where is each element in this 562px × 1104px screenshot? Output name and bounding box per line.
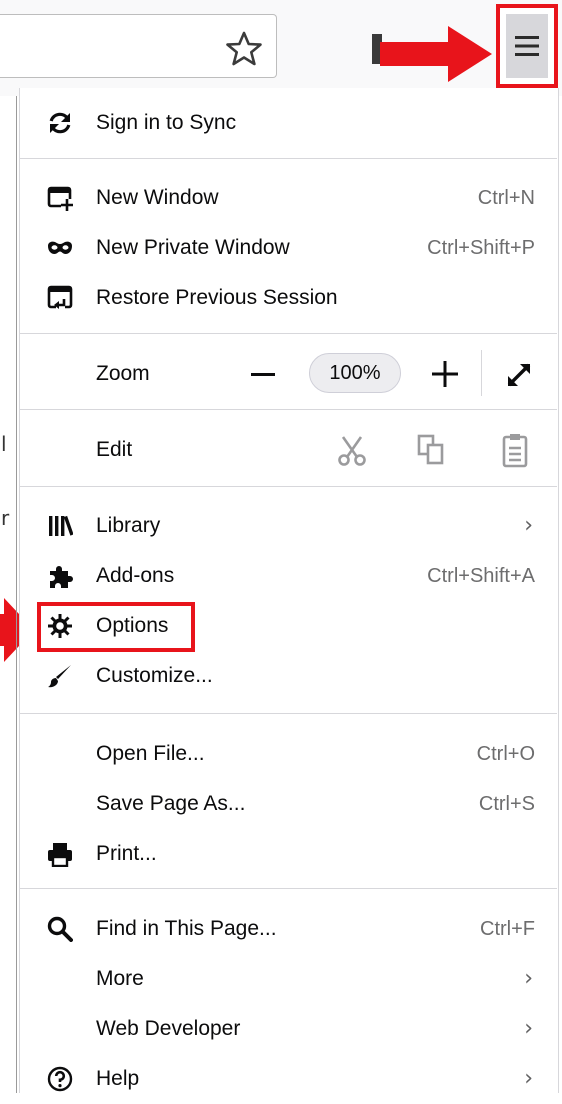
- shortcut-label: Ctrl+F: [480, 918, 535, 940]
- sync-icon: [49, 112, 71, 134]
- menu-item-label: Open File...: [96, 742, 205, 765]
- hamburger-menu-button[interactable]: [506, 14, 548, 78]
- shortcut-label: Ctrl+N: [477, 187, 535, 209]
- star-icon[interactable]: [224, 29, 264, 69]
- library-icon: [49, 515, 73, 536]
- menu-item-open-file[interactable]: Open File... Ctrl+O: [19, 729, 557, 779]
- shortcut-label: Ctrl+Shift+A: [427, 565, 535, 587]
- menu-separator: [19, 333, 557, 334]
- chevron-right-icon: ›: [524, 513, 533, 538]
- printer-icon: [48, 843, 72, 867]
- menu-item-label: Sign in to Sync: [96, 111, 237, 134]
- cut-icon[interactable]: [335, 433, 369, 467]
- menu-item-restore-session[interactable]: Restore Previous Session: [19, 273, 557, 323]
- menu-item-label: More: [96, 967, 144, 990]
- zoom-divider: [481, 350, 482, 396]
- page-edge-glyph: r: [1, 506, 10, 530]
- menu-item-web-developer[interactable]: Web Developer ›: [19, 1004, 557, 1054]
- menu-item-label: Add-ons: [96, 564, 175, 587]
- puzzle-icon: [50, 566, 73, 588]
- menu-item-edit: Edit: [19, 425, 557, 475]
- menu-item-label: New Window: [96, 186, 219, 209]
- menu-item-label: Find in This Page...: [96, 917, 277, 940]
- restore-session-icon: [47, 285, 73, 311]
- zoom-in-button[interactable]: [426, 355, 464, 393]
- menu-item-label: Edit: [96, 438, 133, 461]
- menu-item-more[interactable]: More ›: [19, 954, 557, 1004]
- menu-item-new-window[interactable]: New Window Ctrl+N: [19, 173, 557, 223]
- menu-item-find[interactable]: Find in This Page... Ctrl+F: [19, 904, 557, 954]
- page-edge-glyph: l: [1, 432, 7, 456]
- menu-item-label: Customize...: [96, 664, 213, 687]
- menu-item-label: Help: [96, 1067, 140, 1090]
- menu-item-label: Print...: [96, 842, 157, 865]
- menu-item-label: Save Page As...: [96, 792, 246, 815]
- help-icon: [47, 1066, 73, 1092]
- chevron-right-icon: ›: [524, 1016, 533, 1041]
- paste-icon[interactable]: [500, 431, 530, 469]
- zoom-out-button[interactable]: [246, 351, 280, 397]
- menu-separator: [19, 713, 557, 714]
- options-highlight-box: [37, 602, 195, 652]
- menu-item-save-page[interactable]: Save Page As... Ctrl+S: [19, 779, 557, 829]
- menu-item-new-private-window[interactable]: New Private Window Ctrl+Shift+P: [19, 223, 557, 273]
- shortcut-label: Ctrl+O: [476, 743, 535, 765]
- chevron-right-icon: ›: [524, 966, 533, 991]
- menu-separator: [19, 888, 557, 889]
- page-edge: [16, 96, 17, 1093]
- menu-separator: [19, 486, 557, 487]
- chevron-right-icon: ›: [524, 1066, 533, 1091]
- menu-item-label: Zoom: [96, 362, 150, 385]
- menu-item-label: Web Developer: [96, 1017, 241, 1040]
- menu-item-label: Restore Previous Session: [96, 286, 338, 309]
- zoom-reset-button[interactable]: 100%: [309, 353, 401, 393]
- menu-item-help[interactable]: Help ›: [19, 1054, 557, 1104]
- fullscreen-icon[interactable]: [500, 356, 538, 394]
- shortcut-label: Ctrl+S: [478, 793, 535, 815]
- menu-button-highlight[interactable]: [496, 4, 558, 88]
- menu-item-zoom: Zoom: [19, 349, 557, 399]
- menu-item-label: Library: [96, 514, 161, 537]
- search-icon: [47, 916, 73, 942]
- private-mask-icon: [48, 241, 72, 254]
- url-bar[interactable]: [0, 14, 277, 78]
- menu-item-print[interactable]: Print...: [19, 829, 557, 879]
- copy-icon[interactable]: [415, 433, 447, 467]
- annotation-arrow-right: [380, 26, 492, 82]
- hamburger-icon: [515, 36, 539, 56]
- shortcut-label: Ctrl+Shift+P: [427, 237, 535, 259]
- menu-separator: [19, 409, 557, 410]
- menu-item-customize[interactable]: Customize...: [19, 651, 557, 701]
- menu-item-sync[interactable]: Sign in to Sync: [19, 98, 557, 148]
- menu-item-addons[interactable]: Add-ons Ctrl+Shift+A: [19, 551, 557, 601]
- menu-item-label: New Private Window: [96, 236, 290, 259]
- menu-item-library[interactable]: Library ›: [19, 501, 557, 551]
- brush-icon: [48, 665, 71, 688]
- menu-separator: [19, 158, 557, 159]
- new-window-icon: [47, 186, 73, 211]
